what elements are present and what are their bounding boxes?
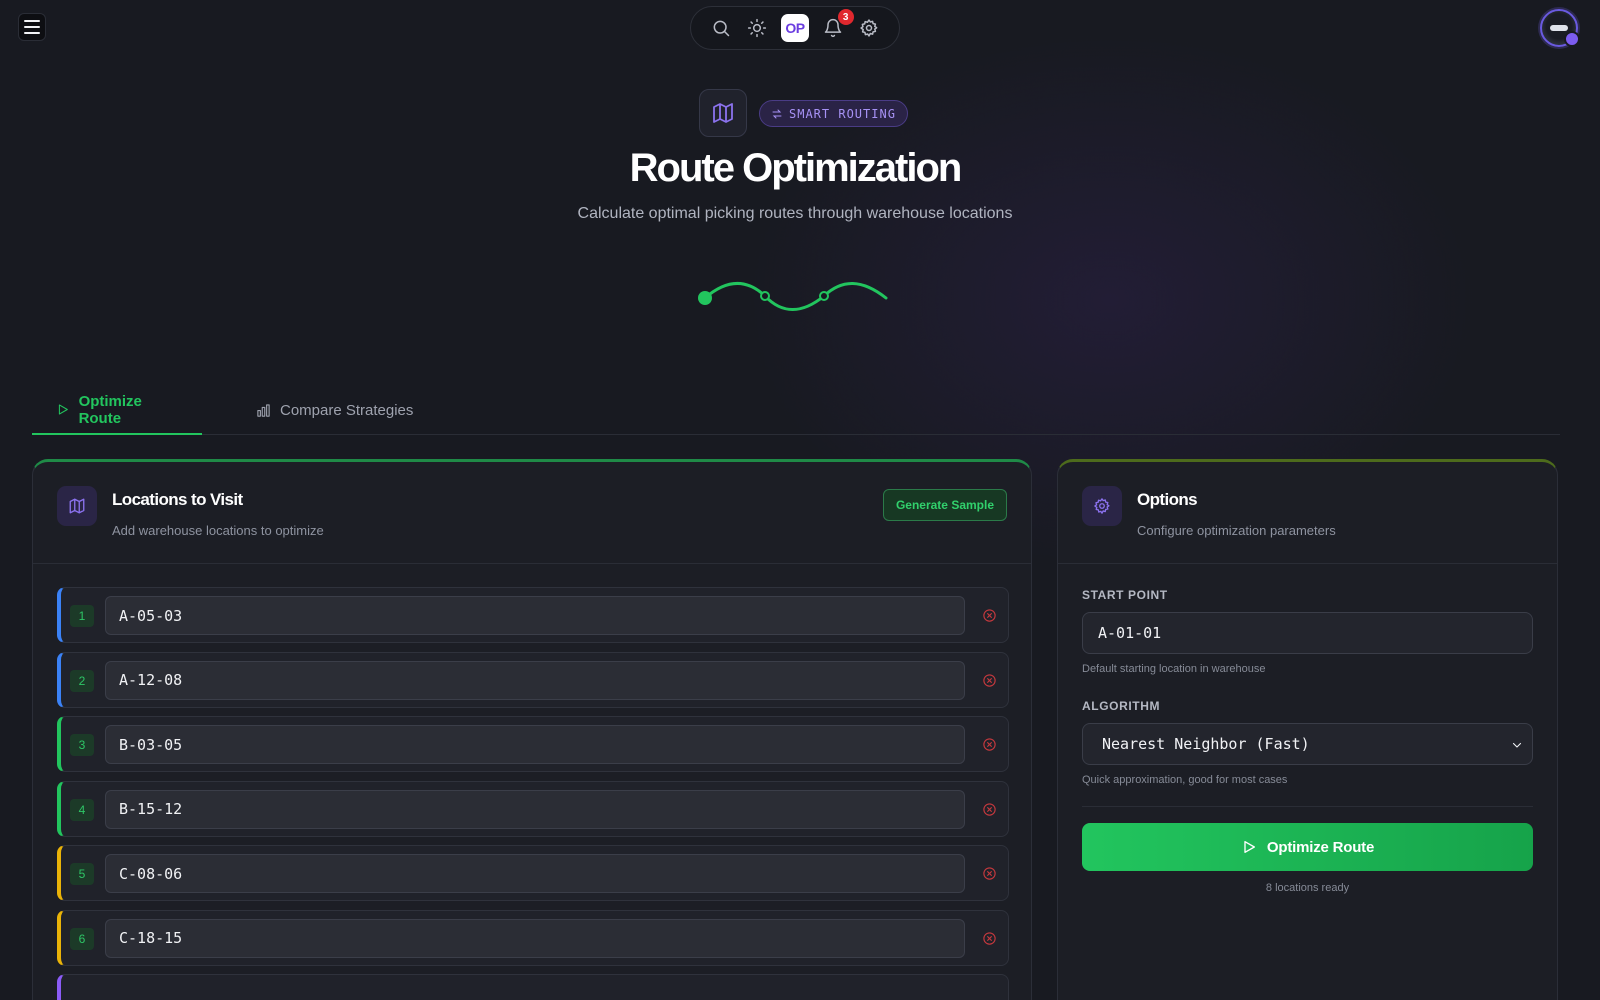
- tab-label: Optimize Route: [78, 392, 142, 427]
- bar-chart-icon: [257, 404, 270, 417]
- start-point-label: START POINT: [1082, 588, 1168, 602]
- location-input[interactable]: A-05-03: [105, 596, 965, 635]
- chevron-down-icon: [1512, 742, 1522, 748]
- route-wave-illustration: [698, 282, 888, 311]
- location-number: 3: [70, 734, 94, 756]
- location-row: 2 A-12-08: [57, 651, 1009, 708]
- optimize-route-button[interactable]: Optimize Route: [1082, 823, 1533, 871]
- location-row: 3 B-03-05: [57, 716, 1009, 772]
- start-point-help: Default starting location in warehouse: [1082, 663, 1266, 675]
- options-title: Options: [1137, 490, 1198, 509]
- options-panel-header: Options Configure optimization parameter…: [1058, 462, 1557, 564]
- locations-panel: Locations to Visit Add warehouse locatio…: [32, 459, 1032, 1000]
- play-icon: [1244, 841, 1255, 853]
- location-input[interactable]: A-12-08: [105, 660, 965, 700]
- location-input[interactable]: C-18-15: [105, 918, 965, 958]
- locations-panel-header: Locations to Visit Add warehouse locatio…: [33, 462, 1031, 564]
- gear-icon: [1082, 486, 1122, 526]
- remove-location-icon[interactable]: [982, 673, 997, 688]
- remove-location-icon[interactable]: [982, 931, 997, 946]
- location-number: 6: [70, 927, 94, 950]
- algorithm-label: ALGORITHM: [1082, 699, 1161, 713]
- location-row: 4 B-15-12: [57, 780, 1009, 837]
- smart-routing-label: SMART ROUTING: [789, 106, 896, 121]
- start-point-input[interactable]: A-01-01: [1082, 612, 1533, 654]
- optimize-route-label: Optimize Route: [1266, 838, 1375, 856]
- location-number: 2: [70, 669, 94, 692]
- page-title: Route Optimization: [629, 146, 963, 190]
- location-row: 1 A-05-03: [57, 587, 1009, 643]
- location-row-partial: [57, 974, 1009, 1000]
- remove-location-icon[interactable]: [982, 802, 997, 817]
- bell-icon[interactable]: 3: [820, 9, 854, 41]
- location-number: 5: [70, 863, 94, 885]
- tab-compare-strategies[interactable]: Compare Strategies: [232, 386, 437, 435]
- locations-title: Locations to Visit: [112, 490, 243, 509]
- location-row: 5 C-08-06: [57, 845, 1009, 901]
- divider: [1082, 806, 1533, 807]
- location-input[interactable]: C-08-06: [105, 854, 965, 893]
- top-toolbar: OP 3: [690, 6, 900, 50]
- algorithm-select[interactable]: Nearest Neighbor (Fast): [1082, 723, 1533, 765]
- notification-badge: 3: [837, 9, 854, 25]
- options-subtitle: Configure optimization parameters: [1137, 523, 1336, 538]
- algorithm-selected-value: Nearest Neighbor (Fast): [1102, 735, 1310, 753]
- options-panel: Options Configure optimization parameter…: [1057, 459, 1558, 1000]
- hamburger-icon: [24, 20, 40, 22]
- play-icon: [58, 404, 68, 415]
- swap-icon: [772, 109, 782, 118]
- gear-icon[interactable]: [856, 15, 882, 41]
- location-number: 1: [70, 605, 94, 627]
- remove-location-icon[interactable]: [982, 737, 997, 752]
- tab-label: Compare Strategies: [280, 402, 414, 419]
- options-form: START POINT A-01-01 Default starting loc…: [1082, 588, 1533, 894]
- page-subtitle: Calculate optimal picking routes through…: [577, 205, 1013, 222]
- tab-bar: Optimize Route Compare Strategies: [32, 386, 1560, 435]
- sun-icon[interactable]: [744, 15, 770, 41]
- smart-routing-badge: SMART ROUTING: [759, 100, 908, 127]
- locations-list: 1 A-05-03 2 A-12-08 3 B-03-05 4 B-15-12 5 C-08-06…: [57, 587, 1009, 1000]
- location-input[interactable]: B-15-12: [105, 789, 965, 829]
- locations-ready-status: 8 locations ready: [1265, 882, 1350, 894]
- app-logo[interactable]: OP: [780, 14, 809, 42]
- locations-subtitle: Add warehouse locations to optimize: [112, 523, 324, 538]
- menu-button[interactable]: [18, 13, 46, 41]
- remove-location-icon[interactable]: [982, 866, 997, 881]
- generate-sample-button[interactable]: Generate Sample: [882, 489, 1007, 521]
- map-icon: [57, 486, 97, 526]
- location-number: 4: [70, 798, 94, 821]
- tab-optimize-route[interactable]: Optimize Route: [32, 386, 202, 435]
- location-row: 6 C-18-15: [57, 909, 1009, 966]
- user-avatar[interactable]: [1540, 9, 1580, 47]
- location-input[interactable]: B-03-05: [105, 725, 965, 764]
- map-icon: [699, 89, 747, 137]
- remove-location-icon[interactable]: [982, 608, 997, 623]
- algorithm-help: Quick approximation, good for most cases: [1082, 774, 1288, 786]
- search-icon[interactable]: [708, 15, 734, 41]
